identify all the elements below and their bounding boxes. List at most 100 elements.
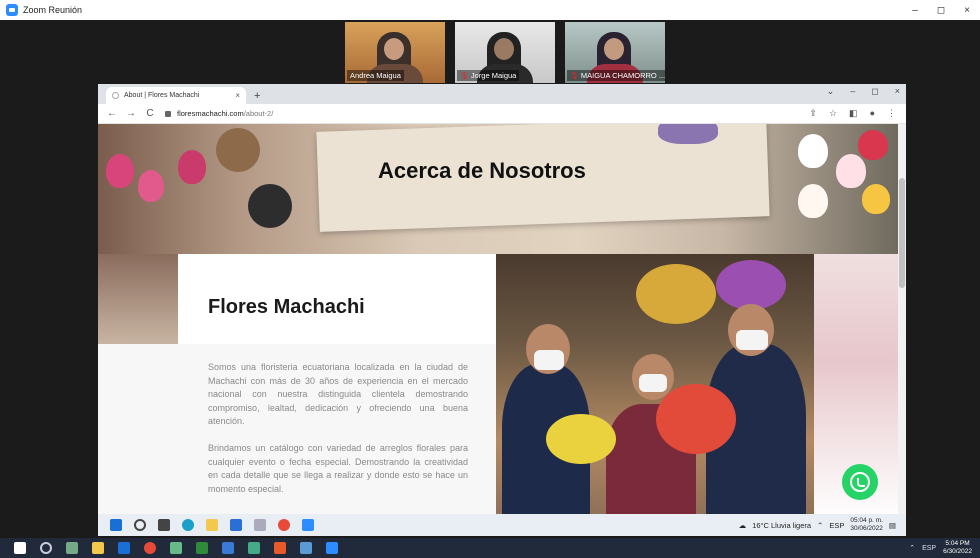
participant-strip: Andrea Maigua 🎙 Jorge Maigua 🎙 MAIGUA CHAM…	[345, 22, 665, 83]
whatsapp-button[interactable]	[842, 464, 878, 500]
globe-icon	[112, 92, 119, 99]
sidebar-icon[interactable]: ◧	[849, 108, 858, 119]
profile-icon[interactable]: ●	[870, 108, 875, 119]
notification-icon[interactable]: ▤	[889, 521, 896, 530]
browser-maximize-button[interactable]: ◻	[871, 86, 878, 97]
whatsapp-icon	[850, 472, 870, 492]
lock-icon	[165, 110, 171, 117]
bouquet-image	[546, 414, 616, 464]
edge-icon[interactable]	[182, 519, 194, 531]
tray-chevron-icon[interactable]: ⌃	[909, 544, 915, 552]
forward-button[interactable]: →	[126, 108, 136, 119]
tulip-image	[138, 170, 164, 202]
address-bar[interactable]: floresmachachi.com/about-2/	[165, 106, 765, 121]
tape-roll-image	[248, 184, 292, 228]
clock[interactable]: 5:04 PM 6/30/2022	[943, 540, 972, 556]
participant-name: 🎙 Jorge Maigua	[457, 70, 520, 81]
zoom-window-title: Zoom Reunión	[23, 5, 83, 15]
local-taskbar: ⌃ ESP 5:04 PM 6/30/2022	[0, 538, 980, 558]
zoom-icon[interactable]	[326, 542, 338, 554]
browser-minimize-button[interactable]: –	[850, 86, 855, 97]
participant-tile[interactable]: 🎙 Jorge Maigua	[455, 22, 555, 83]
tulip-image	[106, 154, 134, 188]
app-icon[interactable]	[248, 542, 260, 554]
app-icon[interactable]	[170, 542, 182, 554]
team-photo	[496, 254, 814, 520]
face-mask	[736, 330, 768, 350]
zoom-window-controls: – ◻ ×	[902, 0, 980, 20]
browser-window: About | Flores Machachi × + ⌄ – ◻ × ← → …	[98, 84, 906, 520]
task-view-icon[interactable]	[158, 519, 170, 531]
menu-icon[interactable]: ⋮	[887, 108, 896, 119]
scrollbar-thumb[interactable]	[899, 178, 905, 288]
clock-date: 30/06/2022	[850, 525, 883, 532]
local-tray: ⌃ ESP 5:04 PM 6/30/2022	[909, 540, 972, 556]
bouquet-image	[656, 384, 736, 454]
browser-close-button[interactable]: ×	[895, 86, 900, 97]
word-icon[interactable]	[118, 542, 130, 554]
tab-title: About | Flores Machachi	[124, 92, 200, 99]
app-icon[interactable]	[300, 542, 312, 554]
windows-start-icon[interactable]	[14, 542, 26, 554]
weather-icon: ☁	[738, 520, 747, 530]
tulip-image	[798, 134, 828, 168]
zoom-maximize-button[interactable]: ◻	[928, 0, 954, 20]
browser-tabbar: About | Flores Machachi × + ⌄ – ◻ ×	[98, 84, 906, 104]
chrome-icon[interactable]	[144, 542, 156, 554]
reload-button[interactable]: C	[145, 108, 155, 119]
language-indicator[interactable]: ESP	[922, 545, 936, 552]
participant-tile[interactable]: Andrea Maigua	[345, 22, 445, 83]
new-tab-button[interactable]: +	[254, 90, 260, 102]
search-icon[interactable]	[134, 519, 146, 531]
chrome-icon[interactable]	[278, 519, 290, 531]
shared-taskbar: ☁ 16°C Lluvia ligera ⌃ ESP 05:04 p. m. 3…	[98, 514, 906, 536]
face-mask	[534, 350, 564, 370]
tulip-image	[858, 130, 888, 160]
tray-chevron-icon[interactable]: ⌃	[817, 521, 823, 530]
bookmark-star-icon[interactable]: ☆	[829, 108, 837, 119]
mic-muted-icon: 🎙	[460, 73, 469, 80]
participant-name: 🎙 MAIGUA CHAMORRO ...	[567, 70, 665, 81]
participant-face	[604, 38, 624, 60]
windows-start-icon[interactable]	[110, 519, 122, 531]
clock-date: 6/30/2022	[943, 548, 972, 555]
balloon-image	[716, 260, 786, 310]
mail-icon[interactable]	[222, 542, 234, 554]
clock-time: 05:04 p. m.	[850, 517, 883, 524]
tulip-image	[862, 184, 890, 214]
url-host: floresmachachi.com	[177, 109, 244, 118]
browser-window-controls: ⌄ – ◻ ×	[827, 86, 900, 97]
scrollbar[interactable]	[898, 124, 906, 520]
zoom-logo-icon	[6, 4, 18, 16]
back-button[interactable]: ←	[107, 108, 117, 119]
clock[interactable]: 05:04 p. m. 30/06/2022	[850, 517, 883, 533]
tulip-image	[798, 184, 828, 218]
zoom-titlebar: Zoom Reunión – ◻ ×	[0, 0, 980, 20]
search-icon[interactable]	[40, 542, 52, 554]
participant-face	[384, 38, 404, 60]
clock-time: 5:04 PM	[945, 540, 970, 547]
zoom-minimize-button[interactable]: –	[902, 0, 928, 20]
toolbar-icons: ⇪ ☆ ◧ ● ⋮	[809, 108, 896, 119]
zoom-close-button[interactable]: ×	[954, 0, 980, 20]
mic-muted-icon: 🎙	[570, 73, 579, 80]
settings-icon[interactable]	[254, 519, 266, 531]
page-viewport[interactable]: Acerca de Nosotros Flores Machachi Somos…	[98, 124, 906, 520]
tab-close-button[interactable]: ×	[235, 91, 240, 100]
store-icon[interactable]	[230, 519, 242, 531]
brave-icon[interactable]	[274, 542, 286, 554]
file-explorer-icon[interactable]	[92, 542, 104, 554]
tab-search-button[interactable]: ⌄	[827, 86, 835, 97]
app-icon[interactable]	[66, 542, 78, 554]
browser-tab[interactable]: About | Flores Machachi ×	[106, 87, 246, 104]
language-indicator[interactable]: ESP	[829, 521, 844, 530]
file-explorer-icon[interactable]	[206, 519, 218, 531]
weather-text[interactable]: 16°C Lluvia ligera	[752, 521, 811, 530]
share-icon[interactable]: ⇪	[809, 108, 817, 119]
zoom-icon[interactable]	[302, 519, 314, 531]
page-heading: Acerca de Nosotros	[378, 158, 586, 183]
card-title: Flores Machachi	[208, 296, 365, 318]
participant-tile[interactable]: 🎙 MAIGUA CHAMORRO ...	[565, 22, 665, 83]
excel-icon[interactable]	[196, 542, 208, 554]
about-paragraph-2: Brindamos un catálogo con variedad de ar…	[208, 443, 468, 494]
